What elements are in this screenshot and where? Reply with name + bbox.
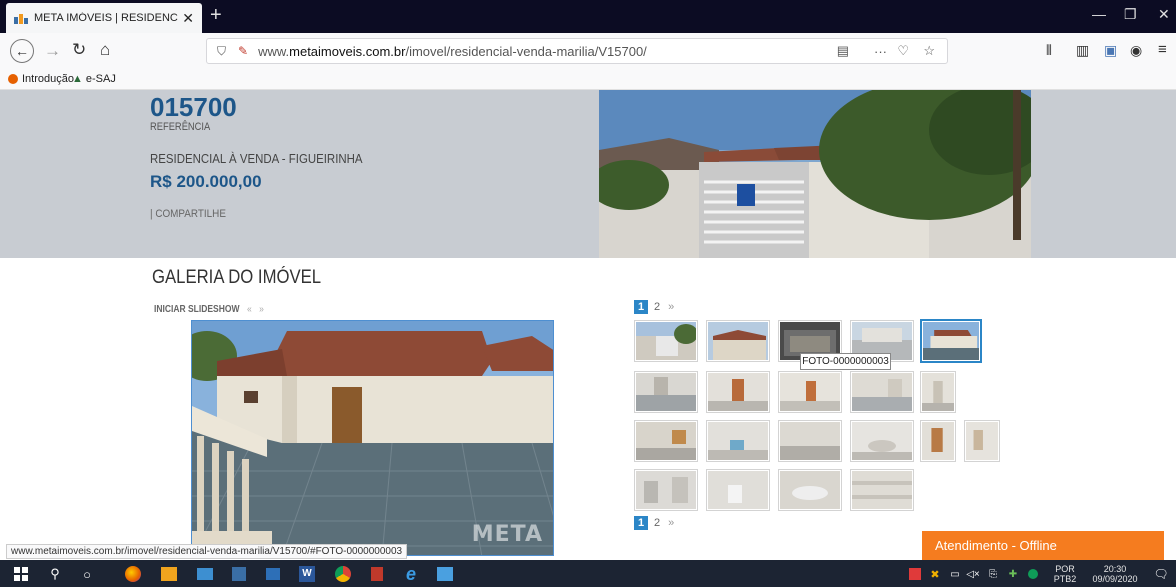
insecure-lock-icon[interactable]: ✎ [238, 44, 248, 58]
sidebar-icon[interactable]: ▥ [1076, 42, 1089, 59]
gallery-title: GALERIA DO IMÓVEL [152, 267, 322, 288]
home-icon[interactable]: ⌂ [100, 40, 110, 60]
page-actions-icon[interactable]: ··· [874, 44, 887, 59]
windows-start-icon[interactable] [12, 565, 30, 583]
gallery-thumb-1[interactable] [634, 320, 698, 362]
browser-tab[interactable]: META IMÓVEIS | RESIDENCIAL / ✕ [6, 3, 202, 33]
reader-view-icon[interactable]: ▤ [837, 43, 849, 59]
gallery-thumb-16[interactable] [964, 420, 1000, 462]
file-explorer-icon[interactable] [196, 565, 214, 583]
gallery-thumb-17[interactable] [634, 469, 698, 511]
gallery-thumb-10[interactable] [920, 371, 956, 413]
gallery-pager-top: 1 2 » [634, 300, 674, 314]
volume-icon[interactable]: ◁× [964, 565, 982, 583]
property-type-line: RESIDENCIAL À VENDA - FIGUEIRINHA [150, 151, 363, 166]
chat-widget[interactable]: Atendimento - Offline [922, 531, 1164, 560]
thumbnail-tooltip: FOTO-0000000003 [800, 353, 891, 370]
gallery-thumb-12[interactable] [706, 420, 770, 462]
pager-next-link[interactable]: » [668, 301, 674, 313]
library-icon[interactable]: ⫴ [1046, 42, 1052, 59]
notifications-icon[interactable]: 🗨 [1152, 565, 1170, 583]
store-icon[interactable] [230, 565, 248, 583]
slideshow-next[interactable]: » [259, 304, 264, 315]
bookmark-introducao[interactable]: Introdução [8, 73, 74, 85]
new-tab-button[interactable]: + [210, 4, 222, 26]
site-favicon-icon [14, 12, 28, 24]
bookmark-star-icon[interactable]: ☆ [923, 43, 935, 59]
search-icon[interactable]: ⚲ [46, 565, 64, 583]
back-arrow-icon[interactable]: ← [10, 39, 34, 63]
reference-label: REFERÊNCIA [150, 121, 211, 133]
clock[interactable]: 20:30 09/09/2020 [1086, 564, 1144, 584]
tab-close-icon[interactable]: ✕ [182, 10, 194, 27]
menu-icon[interactable]: ≡ [1158, 41, 1167, 58]
internet-explorer-icon[interactable]: e [402, 564, 420, 584]
gallery-thumb-11[interactable] [634, 420, 698, 462]
browser-tab-bar: META IMÓVEIS | RESIDENCIAL / ✕ + — ❐ ✕ [0, 0, 1176, 33]
gallery-thumb-19[interactable] [778, 469, 842, 511]
start-slideshow-link[interactable]: INICIAR SLIDESHOW [154, 304, 239, 315]
property-cover-photo [599, 90, 1031, 258]
chrome-icon[interactable] [334, 565, 352, 583]
shield-icon[interactable]: ⛉ [217, 44, 226, 59]
battery-icon[interactable]: ▭ [946, 565, 964, 583]
minimize-icon[interactable]: — [1092, 6, 1106, 22]
tab-title: META IMÓVEIS | RESIDENCIAL / [34, 12, 178, 24]
bookmark-esaj[interactable]: ▲ e-SAJ [72, 73, 116, 85]
network-icon[interactable]: ⎘ [984, 565, 1002, 583]
slideshow-controls: INICIAR SLIDESHOW « » [154, 304, 264, 315]
forward-arrow-icon[interactable]: → [44, 41, 61, 61]
restore-icon[interactable]: ❐ [1124, 6, 1137, 23]
outlook-icon[interactable] [160, 565, 178, 583]
gallery-thumb-7[interactable] [706, 371, 770, 413]
page-2-link-bottom[interactable]: 2 [654, 517, 660, 529]
gallery-thumb-13[interactable] [778, 420, 842, 462]
tray-app-icon[interactable] [906, 565, 924, 583]
gallery-thumb-15[interactable] [920, 420, 956, 462]
gallery-pager-bottom: 1 2 » [634, 516, 674, 530]
word-icon[interactable]: W [298, 565, 316, 583]
pocket-icon[interactable]: ♡ [897, 43, 909, 59]
account-icon[interactable]: ◉ [1130, 42, 1142, 59]
url-bar[interactable]: ⛉ ✎ www.metaimoveis.com.br/imovel/reside… [206, 38, 948, 64]
tray-shield-icon[interactable]: ✚ [1004, 565, 1022, 583]
gallery-thumb-20[interactable] [850, 469, 914, 511]
share-link[interactable]: | COMPARTILHE [150, 208, 226, 220]
photos-icon[interactable] [436, 565, 454, 583]
gallery-thumb-8[interactable] [778, 371, 842, 413]
page-1-link[interactable]: 1 [634, 300, 648, 314]
page-1-link-bottom[interactable]: 1 [634, 516, 648, 530]
firefox-taskbar-icon[interactable] [124, 565, 142, 583]
gallery-thumb-9[interactable] [850, 371, 914, 413]
pager-next-link-bottom[interactable]: » [668, 517, 674, 529]
firefox-icon [8, 74, 18, 84]
page-2-link[interactable]: 2 [654, 301, 660, 313]
status-bar-url: www.metaimoveis.com.br/imovel/residencia… [6, 544, 408, 559]
reference-number: 015700 [150, 92, 237, 122]
tray-tool-icon[interactable]: ✖ [926, 565, 944, 583]
gallery-thumb-18[interactable] [706, 469, 770, 511]
window-close-icon[interactable]: ✕ [1158, 6, 1170, 23]
windows-taskbar: ⚲ ○ W e ✖ ▭ ◁× ⎘ ✚ POR PTB2 20:30 09/09/… [0, 560, 1176, 587]
extension-icon[interactable]: ▣ [1104, 42, 1117, 59]
gallery-thumb-5-selected[interactable] [920, 319, 982, 363]
gallery-thumb-6[interactable] [634, 371, 698, 413]
slideshow-prev[interactable]: « [247, 304, 252, 315]
watermark-logo: META [471, 522, 543, 547]
property-price: R$ 200.000,00 [150, 172, 262, 191]
main-gallery-photo[interactable]: META [191, 320, 554, 556]
browser-nav-bar: ← → ↻ ⌂ ⛉ ✎ www.metaimoveis.com.br/imove… [0, 33, 1176, 69]
tray-chrome-icon[interactable] [1024, 565, 1042, 583]
bookmarks-bar: Introdução ▲ e-SAJ [0, 69, 1176, 90]
esaj-icon: ▲ [72, 73, 83, 85]
cortana-icon[interactable]: ○ [78, 565, 96, 583]
language-indicator[interactable]: POR PTB2 [1048, 564, 1082, 584]
app-red-icon[interactable] [368, 565, 386, 583]
reload-icon[interactable]: ↻ [72, 40, 86, 60]
gallery-thumb-14[interactable] [850, 420, 914, 462]
url-text[interactable]: www.metaimoveis.com.br/imovel/residencia… [258, 44, 647, 59]
media-icon[interactable] [264, 565, 282, 583]
gallery-thumb-2[interactable] [706, 320, 770, 362]
